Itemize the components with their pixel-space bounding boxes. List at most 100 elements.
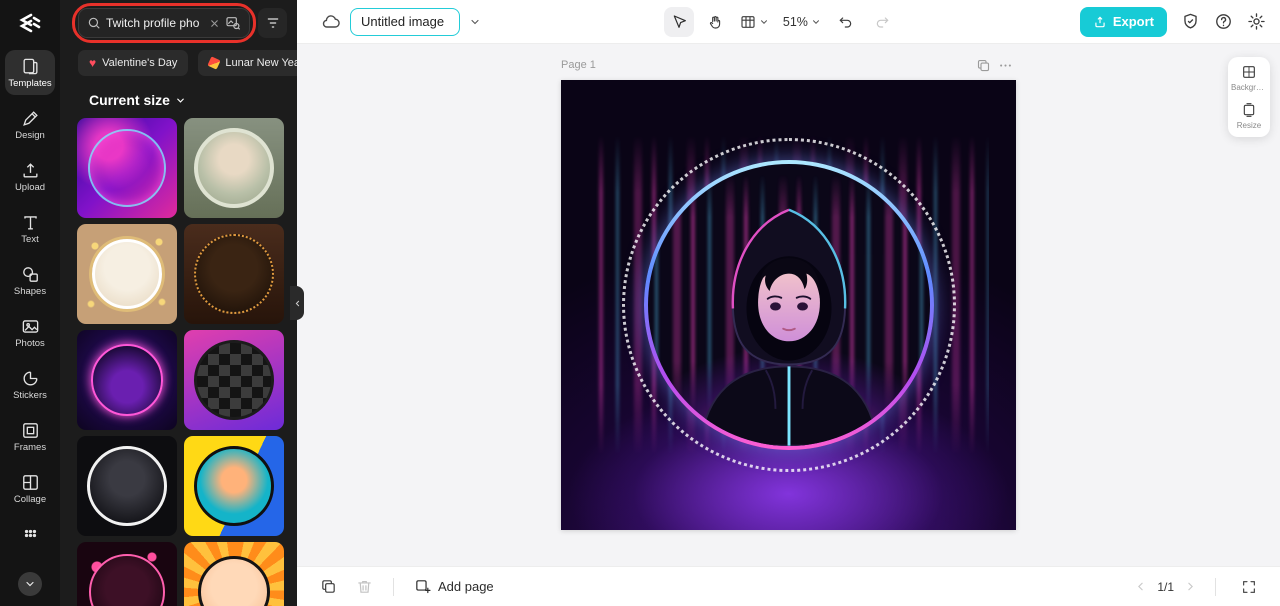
page-options-button[interactable]: [994, 54, 1016, 76]
chevron-down-icon: [812, 19, 819, 24]
chip-label: Lunar New Year: [225, 57, 297, 69]
export-button[interactable]: Export: [1079, 6, 1167, 37]
sidebar-item-label: Design: [15, 129, 45, 141]
redo-button[interactable]: [867, 7, 897, 37]
divider: [393, 577, 394, 596]
chip-label: Valentine's Day: [102, 57, 178, 69]
sidebar-item-label: Frames: [13, 441, 47, 453]
template-thumbnail-1[interactable]: [77, 118, 177, 218]
sidebar-item-label: Photos: [15, 337, 45, 349]
sidebar-collapse-button[interactable]: [18, 572, 42, 596]
template-thumbnail-2[interactable]: [184, 118, 284, 218]
undo-icon: [839, 16, 852, 28]
expand-icon: [1243, 580, 1255, 593]
background-label: Background: [1231, 83, 1267, 92]
section-title-label: Current size: [89, 92, 170, 108]
sidebar-item-design[interactable]: Design: [5, 102, 55, 147]
background-button[interactable]: Background: [1230, 64, 1268, 92]
next-page-button[interactable]: [1184, 580, 1197, 593]
search-input[interactable]: [106, 16, 204, 30]
chip-valentines-day[interactable]: ♥ Valentine's Day: [78, 50, 189, 76]
heart-icon: ♥: [89, 56, 97, 70]
template-thumbnail-5[interactable]: [77, 330, 177, 430]
template-thumbnail-6[interactable]: [184, 330, 284, 430]
sidebar-item-stickers[interactable]: Stickers: [5, 362, 55, 407]
editor-stage: 51% Export Page 1: [297, 0, 1280, 606]
image-search-icon[interactable]: [225, 15, 241, 31]
page-indicator: 1/1: [1157, 579, 1174, 594]
resize-button[interactable]: Resize: [1230, 102, 1268, 130]
template-thumbnail-9[interactable]: [77, 542, 177, 606]
canvas-side-toolbar: Background Resize: [1228, 57, 1270, 137]
canvas-area: Page 1 Backgrou Resize: [297, 44, 1280, 566]
document-title-input[interactable]: [361, 14, 449, 29]
title-dropdown-icon[interactable]: [469, 16, 481, 28]
template-thumbnail-10[interactable]: [184, 542, 284, 606]
sidebar-item-label: Shapes: [13, 285, 47, 297]
sidebar-item-text[interactable]: Text: [5, 206, 55, 251]
sidebar-nav: Templates Design Upload Text Shapes Phot…: [0, 50, 60, 550]
resize-icon: [1243, 103, 1255, 117]
export-icon: [1095, 16, 1105, 27]
trash-icon: [357, 580, 371, 593]
chevron-left-icon: [1138, 582, 1144, 591]
app-logo[interactable]: [15, 10, 45, 36]
delete-page-button[interactable]: [349, 572, 379, 602]
help-icon[interactable]: [1214, 12, 1233, 31]
prev-page-button[interactable]: [1134, 580, 1147, 593]
sidebar-item-shapes[interactable]: Shapes: [5, 258, 55, 303]
select-tool-button[interactable]: [663, 6, 694, 37]
hooded-figure-illustration: [698, 208, 879, 446]
sidebar-item-label: Collage: [13, 493, 47, 505]
resize-label: Resize: [1236, 121, 1262, 130]
template-thumbnail-3[interactable]: [77, 224, 177, 324]
document-title-field[interactable]: [350, 7, 460, 36]
sidebar-item-collage[interactable]: Collage: [5, 466, 55, 511]
sidebar-item-more[interactable]: [5, 520, 55, 550]
template-grid: [60, 118, 297, 606]
filter-button[interactable]: [258, 8, 287, 38]
add-page-button[interactable]: Add page: [408, 574, 500, 599]
background-icon: [1243, 66, 1255, 78]
left-sidebar: Templates Design Upload Text Shapes Phot…: [0, 0, 60, 606]
clear-search-icon[interactable]: [209, 18, 220, 29]
fullscreen-button[interactable]: [1234, 572, 1264, 602]
canvas-artwork-neon-hooded-portrait[interactable]: [561, 80, 1016, 530]
sidebar-item-photos[interactable]: Photos: [5, 310, 55, 355]
template-thumbnail-4[interactable]: [184, 224, 284, 324]
bottom-toolbar: Add page 1/1: [297, 566, 1280, 606]
panel-collapse-handle[interactable]: [290, 286, 304, 320]
sidebar-item-upload[interactable]: Upload: [5, 154, 55, 199]
neon-circle-frame: [643, 160, 934, 450]
template-thumbnail-8[interactable]: [184, 436, 284, 536]
filter-icon: [267, 18, 278, 28]
chevron-left-icon: [295, 300, 299, 306]
cursor-icon: [673, 14, 686, 28]
layout-grid-button[interactable]: [736, 7, 773, 37]
template-thumbnail-7[interactable]: [77, 436, 177, 536]
chevron-right-icon: [1188, 582, 1193, 591]
cloud-save-icon[interactable]: [321, 12, 341, 32]
chip-lunar-new-year[interactable]: Lunar New Year: [198, 50, 297, 76]
undo-button[interactable]: [831, 7, 861, 37]
settings-gear-icon[interactable]: [1247, 12, 1266, 31]
duplicate-page-button-bottom[interactable]: [313, 572, 343, 602]
templates-panel: ♥ Valentine's Day Lunar New Year Current…: [60, 0, 297, 606]
chevron-down-icon: [760, 19, 767, 24]
search-box[interactable]: [78, 8, 250, 38]
duplicate-page-button[interactable]: [972, 54, 994, 76]
hand-tool-button[interactable]: [700, 7, 730, 37]
duplicate-icon: [977, 59, 989, 71]
page-label: Page 1: [561, 59, 596, 71]
sidebar-item-label: Templates: [8, 77, 52, 89]
add-page-icon: [416, 580, 431, 594]
current-size-dropdown[interactable]: Current size: [60, 86, 297, 118]
hand-icon: [709, 15, 721, 29]
zoom-control[interactable]: 51%: [779, 7, 825, 37]
grid-icon: [741, 15, 755, 28]
sidebar-item-frames[interactable]: Frames: [5, 414, 55, 459]
firecracker-icon: [207, 56, 222, 70]
duplicate-icon: [321, 580, 335, 593]
sidebar-item-templates[interactable]: Templates: [5, 50, 55, 95]
privacy-shield-icon[interactable]: [1181, 12, 1200, 31]
